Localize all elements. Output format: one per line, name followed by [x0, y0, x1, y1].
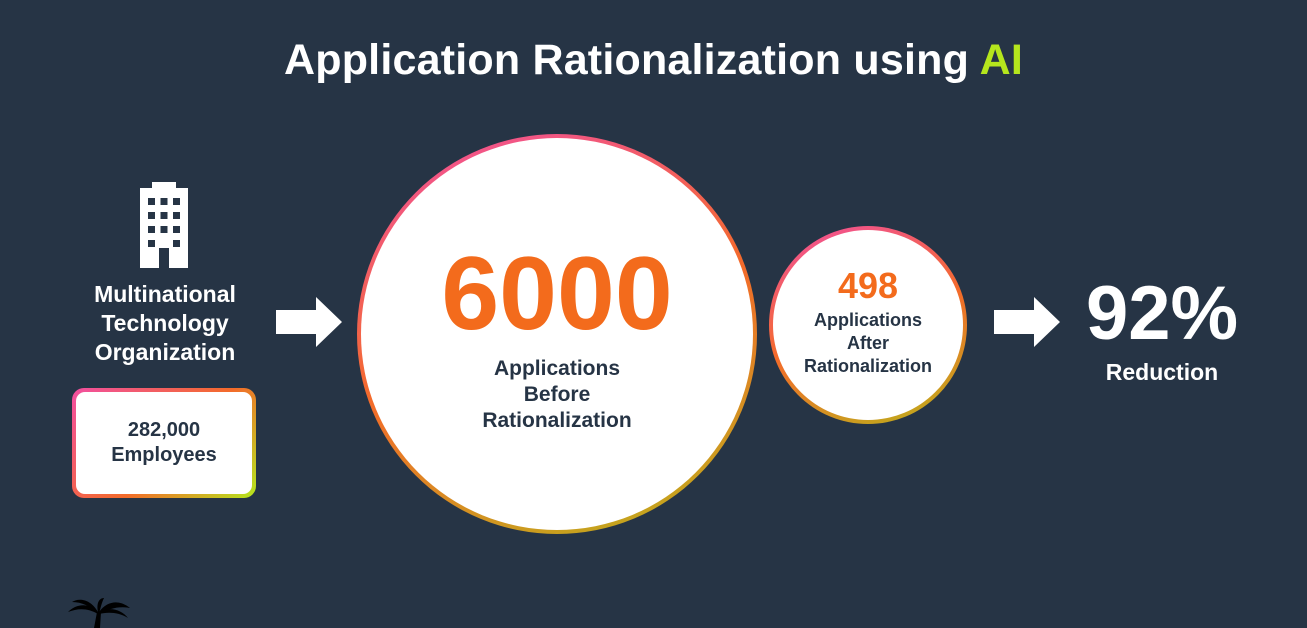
after-caption: Applications After Rationalization [804, 309, 932, 378]
palm-tree-icon [68, 598, 130, 628]
employees-label: Employees [111, 444, 217, 466]
before-caption-line-3: Rationalization [482, 409, 632, 432]
arrow-right-icon [994, 297, 1060, 347]
title-main: Application Rationalization using [283, 36, 980, 84]
reduction-stat: 92% Reduction [1070, 272, 1254, 386]
page-title: Application Rationalization using AI [0, 36, 1307, 85]
building-icon [140, 182, 188, 268]
organization-label-line-2: Technology [101, 310, 229, 336]
organization-label-line-1: Multinational [94, 281, 236, 307]
employees-value: 282,000 [127, 419, 201, 441]
before-value: 6000 [441, 236, 673, 352]
employees-card: 282,000 Employees [72, 388, 256, 498]
before-caption-line-1: Applications [493, 357, 620, 380]
after-caption-line-1: Applications [813, 309, 922, 330]
reduction-label: Reduction [1105, 359, 1219, 385]
before-caption-line-2: Before [523, 383, 591, 406]
reduction-value: 92% [1085, 271, 1239, 356]
after-caption-line-2: After [846, 332, 889, 353]
after-circle: 498 Applications After Rationalization [769, 226, 967, 424]
organization-label-line-3: Organization [94, 339, 236, 365]
arrow-right-icon [276, 297, 342, 347]
before-caption: Applications Before Rationalization [482, 356, 631, 434]
after-caption-line-3: Rationalization [803, 355, 932, 376]
organization-label: Multinational Technology Organization [60, 280, 270, 367]
title-accent: AI [979, 36, 1023, 84]
before-circle: 6000 Applications Before Rationalization [357, 134, 757, 534]
after-value: 498 [837, 264, 899, 306]
